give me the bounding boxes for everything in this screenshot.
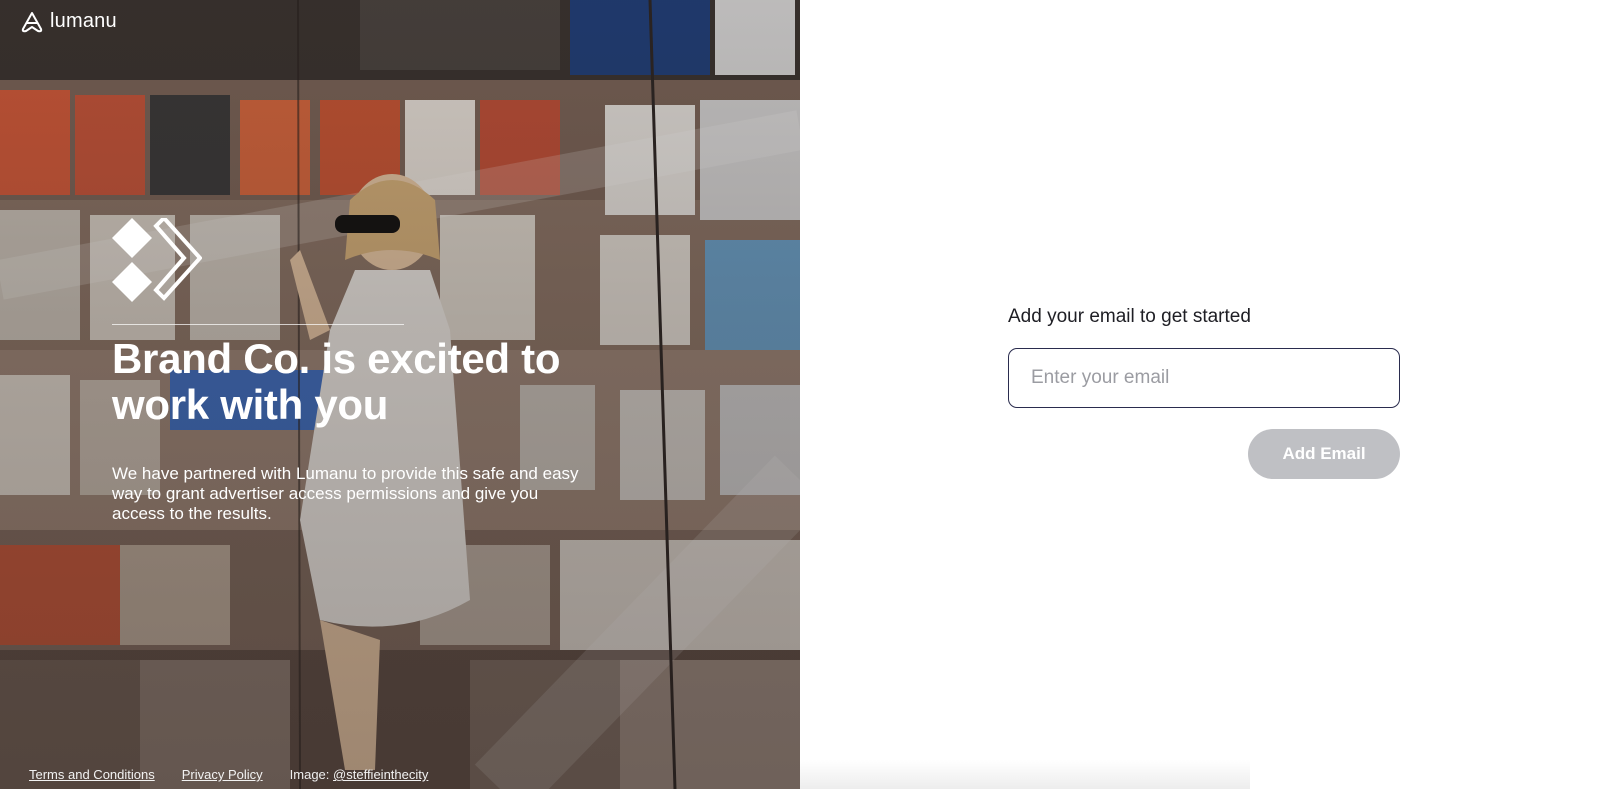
email-input[interactable] [1008, 348, 1400, 408]
hero-footer: Terms and Conditions Privacy Policy Imag… [29, 767, 428, 782]
hero-title: Brand Co. is excited to work with you [112, 335, 561, 428]
button-row: Add Email [1008, 429, 1400, 479]
form-label: Add your email to get started [1008, 306, 1251, 327]
hero-panel: lumanu Brand Co. is excited to work with… [0, 0, 800, 789]
hero-divider [112, 324, 404, 325]
image-credit: Image: @steffieinthecity [290, 767, 429, 782]
partner-x-logo [112, 218, 202, 302]
brand-name: lumanu [50, 10, 117, 32]
image-credit-link[interactable]: @steffieinthecity [333, 767, 428, 782]
email-form: Add your email to get started Add Email [1008, 306, 1400, 479]
terms-link[interactable]: Terms and Conditions [29, 767, 155, 782]
lumanu-logo-icon [21, 11, 43, 32]
bottom-shadow [800, 760, 1250, 789]
hero-description: We have partnered with Lumanu to provide… [112, 464, 579, 523]
privacy-link[interactable]: Privacy Policy [182, 767, 263, 782]
add-email-button[interactable]: Add Email [1248, 429, 1400, 479]
brand-logo[interactable]: lumanu [20, 10, 117, 33]
image-credit-label: Image: [289, 767, 330, 782]
